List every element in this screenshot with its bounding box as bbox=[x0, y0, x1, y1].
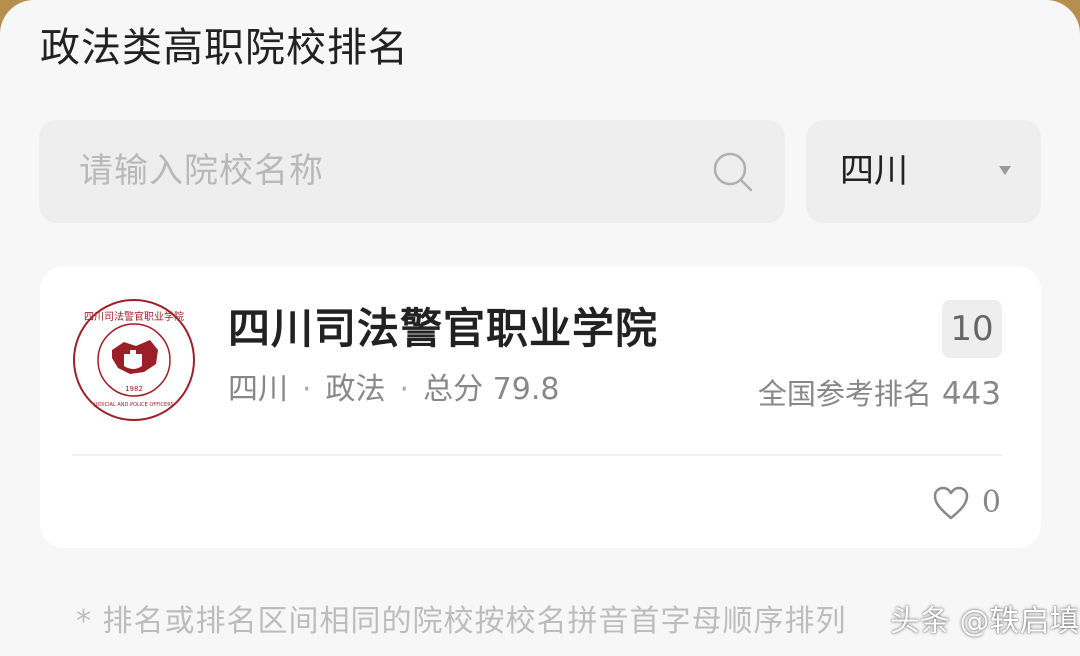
logo-year: 1982 bbox=[125, 385, 143, 393]
meta-separator: · bbox=[302, 372, 312, 407]
search-box[interactable]: 请输入院校名称 bbox=[39, 120, 785, 223]
school-card[interactable]: 四川司法警官职业学院 JUDICIAL AND POLICE OFFICERS … bbox=[40, 266, 1041, 548]
footnote: * 排名或排名区间相同的院校按校名拼音首字母顺序排列 bbox=[76, 604, 847, 639]
watermark: 头条 @轶启填 bbox=[890, 604, 1080, 639]
region-select[interactable]: 四川 bbox=[806, 120, 1041, 223]
school-meta: 四川 · 政法 · 总分 79.8 bbox=[228, 368, 559, 412]
heart-icon[interactable] bbox=[932, 485, 970, 521]
like-count: 0 bbox=[981, 485, 1001, 520]
meta-separator: · bbox=[399, 372, 410, 407]
score-value: 79.8 bbox=[492, 372, 560, 407]
school-logo: 四川司法警官职业学院 JUDICIAL AND POLICE OFFICERS … bbox=[73, 299, 195, 421]
like-button[interactable]: 0 bbox=[932, 481, 1001, 525]
school-name[interactable]: 四川司法警官职业学院 bbox=[228, 300, 658, 358]
school-category: 政法 bbox=[325, 372, 386, 407]
school-province: 四川 bbox=[228, 372, 288, 407]
divider bbox=[72, 454, 1002, 456]
page-sheet: 政法类高职院校排名 请输入院校名称 四川 四川司法警官职业学院 JUDICIAL… bbox=[0, 0, 1080, 656]
national-rank: 全国参考排名 443 bbox=[758, 372, 1001, 416]
region-select-value: 四川 bbox=[840, 151, 908, 191]
chevron-down-icon bbox=[999, 166, 1011, 175]
score-label: 总分 bbox=[423, 372, 484, 407]
search-input-placeholder[interactable]: 请输入院校名称 bbox=[79, 147, 324, 195]
rank-badge: 10 bbox=[942, 300, 1002, 358]
page-title: 政法类高职院校排名 bbox=[40, 25, 409, 71]
national-rank-label: 全国参考排名 bbox=[757, 377, 932, 411]
search-icon[interactable] bbox=[711, 150, 755, 194]
svg-text:JUDICIAL AND POLICE OFFICERS: JUDICIAL AND POLICE OFFICERS bbox=[93, 402, 174, 408]
national-rank-value: 443 bbox=[941, 376, 1001, 412]
svg-text:四川司法警官职业学院: 四川司法警官职业学院 bbox=[84, 310, 184, 323]
